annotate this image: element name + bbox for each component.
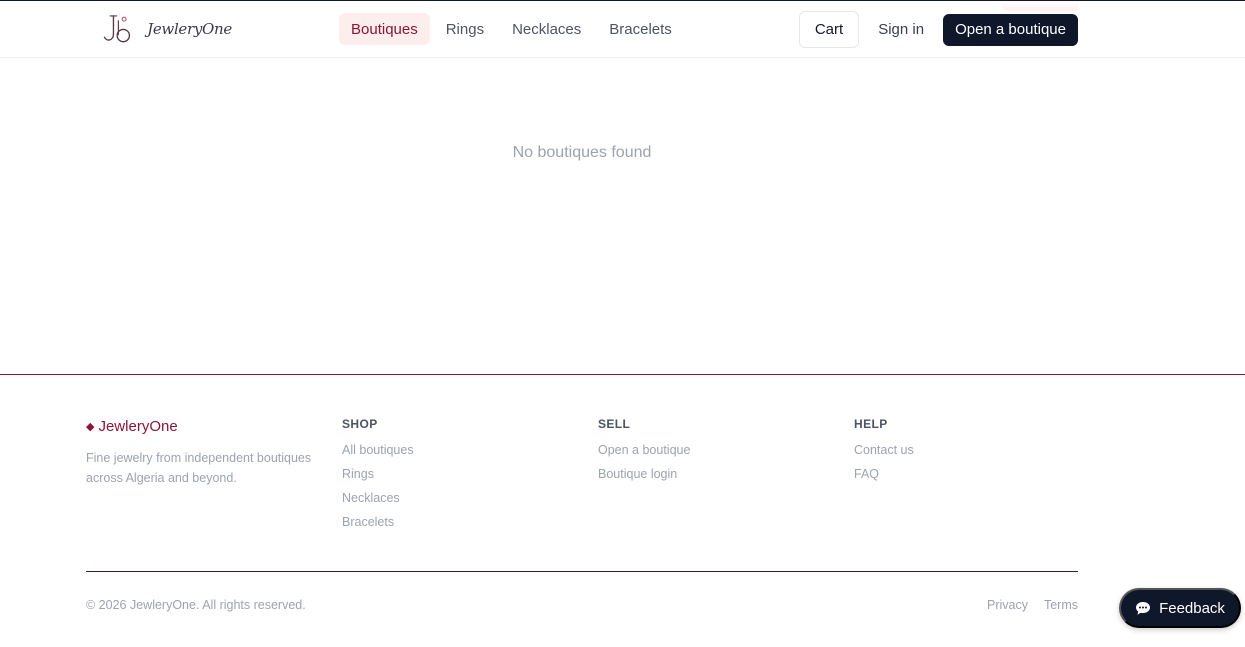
footer-col-title: SHOP	[342, 417, 378, 431]
privacy-link[interactable]: Privacy	[987, 598, 1028, 612]
footer-link-contact[interactable]: Contact us	[854, 441, 914, 465]
logo-monogram-icon	[103, 15, 131, 43]
header-actions: Cart Sign in Open a boutique	[798, 11, 1078, 48]
sign-in-link[interactable]: Sign in	[878, 21, 924, 38]
diamond-icon: ◆	[86, 421, 95, 433]
footer-col-sell: SELL Open a boutique Boutique login	[598, 417, 690, 489]
footer-divider	[86, 571, 1078, 572]
copyright-text: © 2026 JewleryOne. All rights reserved.	[86, 598, 306, 612]
footer-link-boutique-login[interactable]: Boutique login	[598, 465, 690, 489]
decorative-strip	[1002, 2, 1079, 11]
feedback-label: Feedback	[1159, 599, 1225, 617]
footer-link-rings[interactable]: Rings	[342, 465, 414, 489]
open-boutique-button[interactable]: Open a boutique	[943, 13, 1078, 46]
logo-wordmark: JewleryOne	[147, 20, 232, 38]
nav-necklaces[interactable]: Necklaces	[500, 13, 593, 45]
empty-state-message: No boutiques found	[512, 144, 652, 161]
footer-col-help: HELP Contact us FAQ	[854, 417, 914, 489]
logo-link[interactable]: JewleryOne	[102, 8, 232, 50]
footer-brand: ◆ JewleryOne	[86, 418, 178, 435]
footer-link-bracelets[interactable]: Bracelets	[342, 513, 414, 537]
terms-link[interactable]: Terms	[1044, 598, 1078, 612]
footer-col-title: HELP	[854, 417, 888, 431]
site-header: JewleryOne Boutiques Rings Necklaces Bra…	[0, 1, 1245, 58]
footer-col-shop: SHOP All boutiques Rings Necklaces Brace…	[342, 417, 414, 537]
footer-link-all-boutiques[interactable]: All boutiques	[342, 441, 414, 465]
footer-link-open-boutique[interactable]: Open a boutique	[598, 441, 690, 465]
nav-boutiques[interactable]: Boutiques	[339, 13, 430, 45]
footer-tagline: Fine jewelry from independent boutiques …	[86, 451, 312, 485]
feedback-button[interactable]: Feedback	[1119, 588, 1241, 628]
footer-link-faq[interactable]: FAQ	[854, 465, 914, 489]
site-footer: ◆ JewleryOne Fine jewelry from independe…	[0, 374, 1245, 647]
footer-link-necklaces[interactable]: Necklaces	[342, 489, 414, 513]
main-nav: Boutiques Rings Necklaces Bracelets	[339, 13, 688, 45]
nav-bracelets[interactable]: Bracelets	[597, 13, 684, 45]
legal-links: Privacy Terms	[987, 598, 1078, 612]
cart-button[interactable]: Cart	[798, 11, 860, 48]
footer-brand-name: JewleryOne	[98, 418, 178, 435]
footer-col-title: SELL	[598, 417, 631, 431]
chat-bubble-icon	[1136, 601, 1151, 615]
nav-rings[interactable]: Rings	[434, 13, 496, 45]
